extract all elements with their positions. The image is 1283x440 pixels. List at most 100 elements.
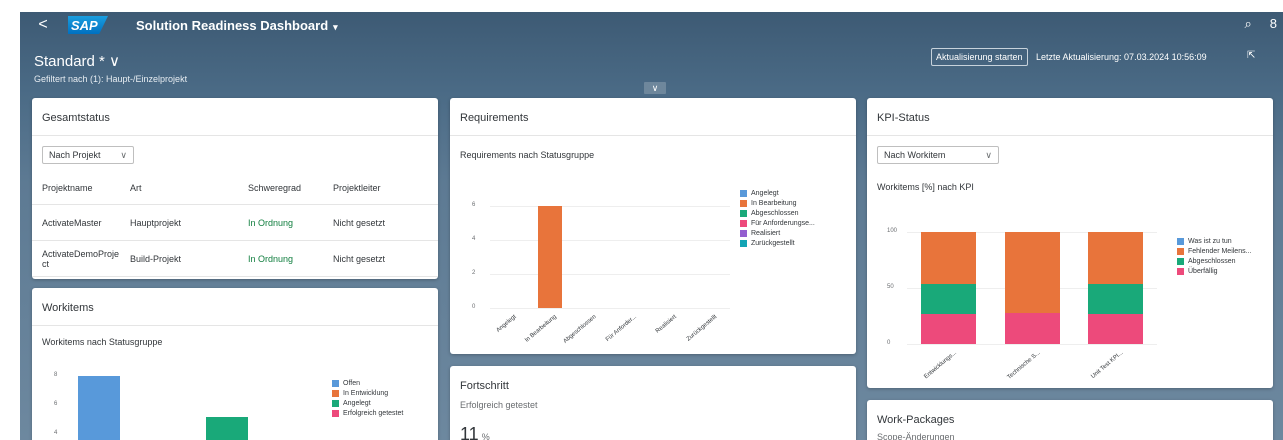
shell-bar: < SAP Solution Readiness Dashboard ▾ ⌕ 8 xyxy=(20,12,1283,38)
bar-segment[interactable] xyxy=(1004,312,1060,344)
gridline xyxy=(490,206,730,208)
x-tick-label: In Bearbeitung xyxy=(524,314,558,344)
legend-label: Offen xyxy=(343,379,360,387)
y-tick-label: 4 xyxy=(472,236,476,243)
cell-lead: Nicht gesetzt xyxy=(332,240,438,277)
legend-item[interactable]: Realisiert xyxy=(740,228,815,238)
gridline xyxy=(907,344,1157,345)
x-tick-label: Entwicklungs... xyxy=(923,350,959,381)
divider xyxy=(32,135,438,136)
legend-label: Angelegt xyxy=(751,189,779,197)
search-icon[interactable]: ⌕ xyxy=(1244,16,1251,32)
shell-background: < SAP Solution Readiness Dashboard ▾ ⌕ 8 … xyxy=(20,12,1283,440)
legend-item[interactable]: Abgeschlossen xyxy=(740,208,815,218)
y-tick-label: 0 xyxy=(472,304,476,310)
divider xyxy=(32,325,438,326)
collapse-header-button[interactable]: ∨ xyxy=(644,82,666,94)
user-icon[interactable]: 8 xyxy=(1270,16,1277,32)
table-header-row: Projektname Art Schweregrad Projektleite… xyxy=(32,172,438,205)
bar-offen[interactable] xyxy=(78,376,120,440)
legend-label: Fehlender Meilens... xyxy=(1188,247,1252,255)
x-tick-label: Angelegt xyxy=(495,314,518,334)
divider xyxy=(450,135,856,136)
sap-logo[interactable]: SAP xyxy=(68,16,108,34)
legend-item[interactable]: Für Anforderungse... xyxy=(740,218,815,228)
legend-swatch xyxy=(332,409,339,417)
gridline xyxy=(490,308,730,309)
bar-segment[interactable] xyxy=(1087,283,1143,314)
legend-label: Angelegt xyxy=(343,399,371,407)
legend-label: Für Anforderungse... xyxy=(751,219,815,227)
y-tick-label: 50 xyxy=(887,284,894,290)
bar-angelegt[interactable] xyxy=(206,417,248,440)
bar[interactable] xyxy=(538,206,562,308)
app-title: Solution Readiness Dashboard xyxy=(136,17,329,33)
kpi-number: 11 xyxy=(460,424,479,440)
chevron-down-icon: ▾ xyxy=(333,21,338,32)
legend-label: In Entwicklung xyxy=(343,389,389,397)
card-subtitle: Workitems nach Statusgruppe xyxy=(42,337,163,347)
table-row[interactable]: ActivateMaster Hauptprojekt In Ordnung N… xyxy=(32,204,438,241)
refresh-button[interactable]: Aktualisierung starten xyxy=(931,48,1028,66)
bar-segment[interactable] xyxy=(1087,232,1143,284)
legend-swatch xyxy=(1177,257,1184,265)
bar-segment[interactable] xyxy=(1004,232,1060,313)
legend-swatch xyxy=(740,189,747,197)
card-title: Gesamtstatus xyxy=(42,112,110,124)
legend-swatch xyxy=(1177,247,1184,255)
legend-item[interactable]: Überfällig xyxy=(1177,266,1251,276)
stage: < SAP Solution Readiness Dashboard ▾ ⌕ 8 … xyxy=(0,0,1283,440)
legend-item[interactable]: Was ist zu tun xyxy=(1177,236,1251,246)
y-tick-label: 8 xyxy=(54,372,58,378)
card-title: Requirements xyxy=(460,112,529,124)
legend-label: Erfolgreich getestet xyxy=(343,409,404,417)
column-header[interactable]: Schweregrad xyxy=(247,172,332,205)
legend-item[interactable]: Fehlender Meilens... xyxy=(1177,246,1251,256)
cell-type: Hauptprojekt xyxy=(129,204,247,241)
legend-item[interactable]: Erfolgreich getestet xyxy=(332,408,403,418)
x-tick-label: Unit Test KPI... xyxy=(1090,350,1125,381)
legend-item[interactable]: In Entwicklung xyxy=(332,388,403,398)
bar-segment[interactable] xyxy=(921,232,977,284)
column-header[interactable]: Projektleiter xyxy=(332,172,438,205)
legend-item[interactable]: Angelegt xyxy=(740,188,815,198)
legend-swatch xyxy=(332,399,339,407)
bar-segment[interactable] xyxy=(921,283,977,314)
legend-item[interactable]: Abgeschlossen xyxy=(1177,256,1251,266)
app-title-menu[interactable]: Solution Readiness Dashboard ▾ xyxy=(136,18,338,33)
legend-label: Überfällig xyxy=(1188,267,1218,275)
cell-severity: In Ordnung xyxy=(247,204,332,241)
requirements-card: Requirements Requirements nach Statusgru… xyxy=(450,98,856,354)
legend-item[interactable]: Offen xyxy=(332,378,403,388)
table-row[interactable]: ActivateDemoProje ct Build-Projekt In Or… xyxy=(32,240,438,277)
bar-segment[interactable] xyxy=(1087,313,1143,344)
work-packages-card: Work-Packages Scope-Änderungen xyxy=(867,400,1273,440)
cell-severity: In Ordnung xyxy=(247,240,332,277)
workitems-card: Workitems Workitems nach Statusgruppe 8 … xyxy=(32,288,438,440)
bar-segment[interactable] xyxy=(921,313,977,344)
card-title: Work-Packages xyxy=(877,414,955,426)
x-tick-label: Zurückgestellt xyxy=(685,314,718,343)
legend-item[interactable]: In Bearbeitung xyxy=(740,198,815,208)
chevron-down-icon: ∨ xyxy=(120,149,127,160)
variant-selector[interactable]: Standard * ∨ xyxy=(34,52,120,70)
select-value: Nach Projekt xyxy=(49,150,101,160)
card-title: Workitems xyxy=(42,302,94,314)
column-header[interactable]: Projektname xyxy=(32,172,129,205)
workitem-view-select[interactable]: Nach Workitem ∨ xyxy=(877,146,999,164)
select-value: Nach Workitem xyxy=(884,150,946,160)
chart-legend: Angelegt In Bearbeitung Abgeschlossen Für A… xyxy=(740,188,815,248)
back-icon[interactable]: < xyxy=(32,16,54,34)
y-tick-label: 2 xyxy=(472,270,476,277)
gridline xyxy=(490,274,730,276)
x-tick-label: Abgeschlossen xyxy=(562,314,598,345)
y-tick-label: 6 xyxy=(472,202,476,209)
external-link-icon[interactable]: ⇱ xyxy=(1247,50,1255,61)
project-view-select[interactable]: Nach Projekt ∨ xyxy=(42,146,134,164)
fortschritt-card: Fortschritt Erfolgreich getestet 11% xyxy=(450,366,856,440)
column-header[interactable]: Art xyxy=(129,172,247,205)
y-tick-label: 100 xyxy=(887,228,898,234)
legend-item[interactable]: Angelegt xyxy=(332,398,403,408)
legend-item[interactable]: Zurückgestellt xyxy=(740,238,815,248)
legend-swatch xyxy=(1177,237,1184,245)
